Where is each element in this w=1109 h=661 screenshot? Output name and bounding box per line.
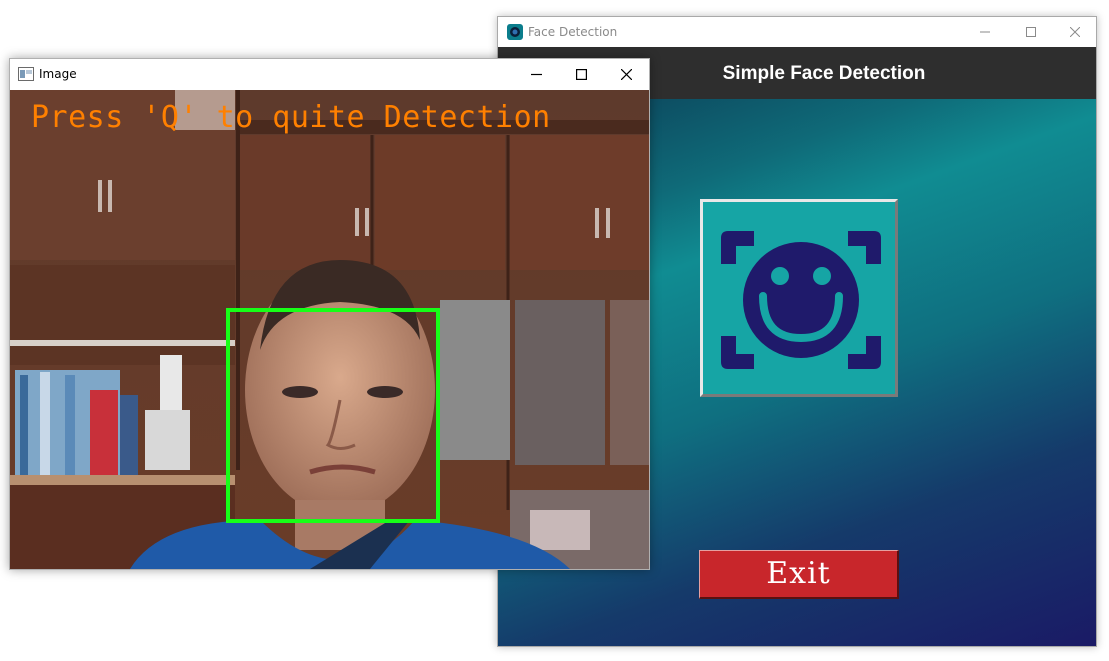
image-window: Image Press 'Q' to quite Detection [9,58,650,570]
detect-face-button[interactable] [700,199,898,397]
minimize-button[interactable] [513,59,559,89]
close-icon [621,69,632,80]
exit-button[interactable]: Exit [699,550,899,599]
minimize-button[interactable] [962,17,1008,47]
maximize-icon [576,69,587,80]
minimize-icon [531,73,542,76]
face-detection-box [226,308,440,523]
window-title: Image [39,67,77,81]
image-titlebar[interactable]: Image [10,59,649,90]
close-button[interactable] [1052,17,1098,47]
app-camera-icon [507,24,523,40]
minimize-icon [980,31,990,33]
detection-instruction-text: Press 'Q' to quite Detection [31,100,551,135]
close-icon [1070,27,1080,37]
smiley-face-scan-icon [721,231,881,369]
maximize-button[interactable] [558,59,604,89]
maximize-button[interactable] [1008,17,1054,47]
face-detection-titlebar[interactable]: Face Detection [498,17,1096,47]
image-app-icon [18,67,34,81]
close-button[interactable] [603,59,649,89]
maximize-icon [1026,27,1036,37]
webcam-feed: Press 'Q' to quite Detection [10,90,649,569]
window-title: Face Detection [528,25,618,39]
